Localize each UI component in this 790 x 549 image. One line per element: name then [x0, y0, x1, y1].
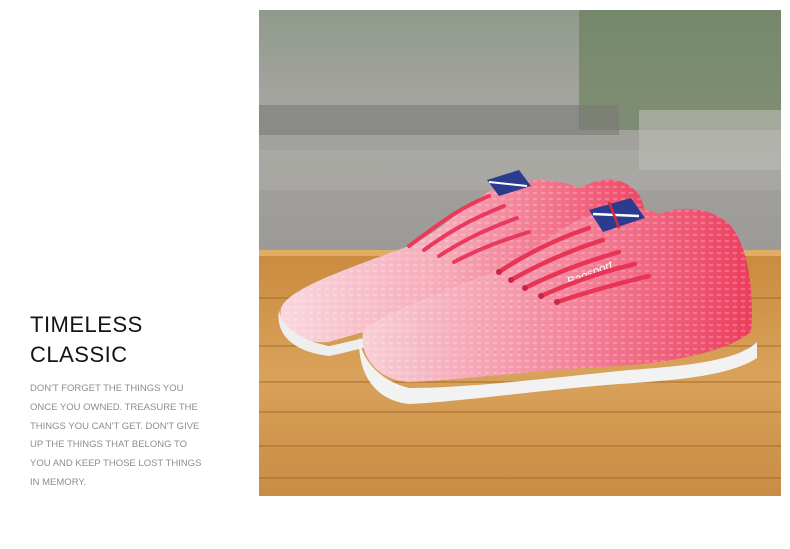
body-copy: DON'T FORGET THE THINGS YOU ONCE YOU OWN… [30, 380, 220, 493]
headline-line-2: CLASSIC [30, 342, 128, 367]
headline: TIMELESS CLASSIC [30, 310, 220, 370]
product-photo: Baosport [259, 10, 781, 496]
body-line: DON'T FORGET THE THINGS YOU [30, 383, 184, 394]
sneaker-photo: Baosport [259, 10, 781, 496]
body-line: IN MEMORY. [30, 476, 87, 488]
body-line: UP THE THINGS THAT BELONG TO [30, 439, 187, 451]
body-line: THINGS YOU CAN'T GET. DON'T GIVE [30, 420, 200, 432]
body-line: YOU AND KEEP THOSE LOST THINGS [30, 458, 202, 470]
headline-line-1: TIMELESS [30, 312, 143, 337]
promo-text-block: TIMELESS CLASSIC DON'T FORGET THE THINGS… [30, 310, 220, 493]
body-line: ONCE YOU OWNED. TREASURE THE [30, 401, 198, 413]
